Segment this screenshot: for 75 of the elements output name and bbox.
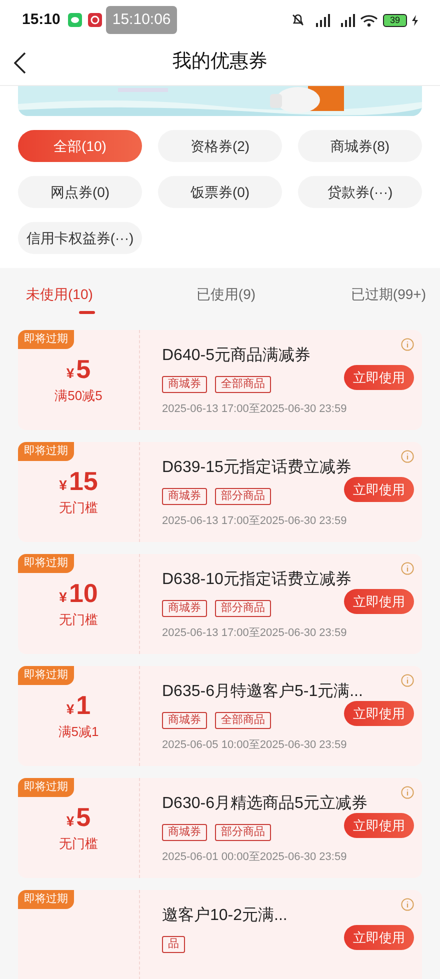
coupon-title: D638-10元指定话费立减券 (162, 570, 352, 590)
coupon-tag: 商城券 (162, 600, 207, 617)
coupon-condition: 无门槛 (59, 610, 98, 629)
coupon-title: D640-5元商品满减券 (162, 346, 310, 366)
timer-label: 15:10:06 (106, 6, 177, 34)
coupon-tag: 部分商品 (215, 600, 271, 617)
coupon-amount: 5 (76, 354, 91, 383)
coupon-tag: 全部商品 (215, 376, 271, 393)
battery-level: 39 (383, 14, 407, 26)
use-now-button[interactable]: 立即使用 (344, 813, 414, 838)
coupon-title: D630-6月精选商品5元立减券 (162, 794, 368, 814)
coupon-amount: 15 (68, 466, 98, 495)
coupon-condition: 无门槛 (59, 834, 98, 853)
coupon-amount: 10 (68, 578, 98, 607)
status-tab[interactable]: 已过期(99+) (292, 268, 426, 320)
wifi-icon (360, 14, 378, 26)
coupon-tag: 商城券 (162, 376, 207, 393)
expiry-badge: 即将过期 (18, 890, 74, 908)
expiry-badge: 即将过期 (18, 778, 74, 796)
currency-symbol: ¥ (59, 588, 67, 607)
use-now-button[interactable]: 立即使用 (344, 477, 414, 502)
info-icon[interactable] (401, 786, 414, 799)
coupon-title: D635-6月特邀客户5-1元满... (162, 682, 363, 702)
expiry-badge: 即将过期 (18, 666, 74, 684)
coupon-title: D639-15元指定话费立减券 (162, 458, 352, 478)
coupon-title: 邀客户10-2元满... (162, 906, 288, 926)
use-now-button[interactable]: 立即使用 (344, 701, 414, 726)
chat-app-icon (68, 13, 82, 27)
expiry-badge: 即将过期 (18, 554, 74, 572)
expiry-badge: 即将过期 (18, 330, 74, 348)
validity-period: 2025-06-13 17:00至2025-06-30 23:59 (162, 402, 348, 417)
coupon-condition: 满50减5 (54, 386, 102, 405)
filter-chip[interactable]: 网点券(0) (18, 176, 142, 208)
filter-chip[interactable]: 全部(10) (18, 130, 142, 162)
coupon-tag: 部分商品 (215, 824, 271, 841)
coupon-amount: 1 (76, 690, 91, 719)
status-tab[interactable]: 已使用(9) (159, 268, 293, 320)
coupon-tag: 商城券 (162, 824, 207, 841)
filter-chip[interactable]: 资格券(2) (158, 130, 282, 162)
bell-off-icon (291, 13, 305, 27)
coupon-amount: 5 (76, 802, 91, 831)
info-icon[interactable] (401, 338, 414, 351)
use-now-button[interactable]: 立即使用 (344, 589, 414, 614)
coupon-tag: 部分商品 (215, 488, 271, 505)
info-icon[interactable] (401, 898, 414, 911)
coupon-condition: 无门槛 (59, 498, 98, 517)
validity-period: 2025-06-13 17:00至2025-06-30 23:59 (162, 626, 348, 641)
currency-symbol: ¥ (66, 700, 74, 719)
info-icon[interactable] (401, 562, 414, 575)
info-icon[interactable] (401, 450, 414, 463)
charging-icon (412, 14, 418, 26)
validity-period: 2025-06-13 17:00至2025-06-30 23:59 (162, 514, 348, 529)
currency-symbol: ¥ (66, 812, 74, 831)
filter-chip[interactable]: 信用卡权益券(···) (18, 222, 142, 254)
validity-period: 2025-06-05 10:00至2025-06-30 23:59 (162, 738, 348, 753)
page-title: 我的优惠券 (172, 50, 268, 74)
coupon-condition: 满5减1 (58, 722, 99, 741)
filter-chip[interactable]: 商城券(8) (298, 130, 422, 162)
coupon-tag: 商城券 (162, 712, 207, 729)
coupon-tag: 品 (162, 936, 185, 953)
use-now-button[interactable]: 立即使用 (344, 925, 414, 950)
app-icon (88, 13, 102, 27)
use-now-button[interactable]: 立即使用 (344, 365, 414, 390)
info-icon[interactable] (401, 674, 414, 687)
status-tab[interactable]: 未使用(10) (14, 268, 160, 320)
expiry-badge: 即将过期 (18, 442, 74, 460)
filter-chip[interactable]: 饭票券(0) (158, 176, 282, 208)
status-time: 15:10 (22, 10, 60, 30)
coupon-tag: 商城券 (162, 488, 207, 505)
coupon-tag: 全部商品 (215, 712, 271, 729)
validity-period: 2025-06-01 00:00至2025-06-30 23:59 (162, 850, 348, 865)
currency-symbol: ¥ (59, 476, 67, 495)
filter-chip[interactable]: 贷款券(···) (298, 176, 422, 208)
currency-symbol: ¥ (66, 364, 74, 383)
back-icon[interactable] (14, 52, 26, 74)
